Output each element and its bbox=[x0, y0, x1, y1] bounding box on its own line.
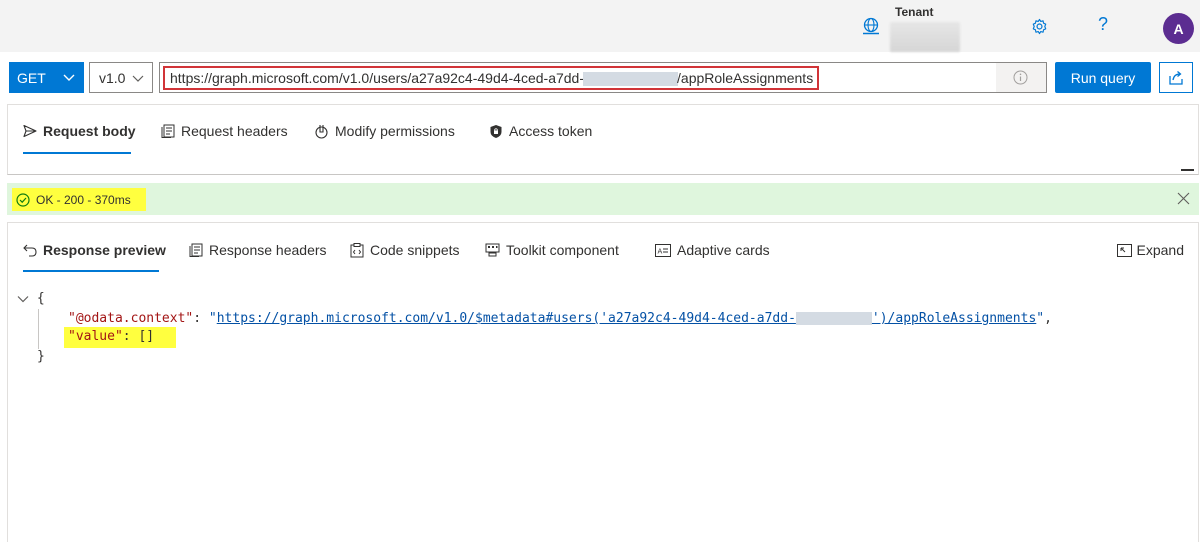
status-bar: OK - 200 - 370ms bbox=[7, 183, 1199, 215]
minimize-icon[interactable] bbox=[1181, 169, 1194, 171]
help-icon[interactable]: ? bbox=[1098, 14, 1108, 35]
tab-toolkit-component[interactable]: Toolkit component bbox=[485, 242, 619, 258]
svg-text:A: A bbox=[658, 247, 663, 255]
snippet-icon bbox=[350, 242, 364, 257]
response-panel: Response preview Response headers Code s… bbox=[7, 222, 1199, 542]
tenant-name-redacted bbox=[890, 22, 960, 52]
back-arrow-icon bbox=[23, 244, 37, 257]
json-context-line: "@odata.context": "https://graph.microso… bbox=[68, 309, 1052, 329]
check-circle-icon bbox=[16, 192, 30, 207]
tab-label: Code snippets bbox=[370, 242, 460, 258]
permissions-icon bbox=[315, 124, 328, 139]
run-query-button[interactable]: Run query bbox=[1055, 62, 1151, 93]
http-method-label: GET bbox=[17, 69, 46, 86]
tab-modify-permissions[interactable]: Modify permissions bbox=[314, 123, 455, 139]
chevron-down-icon bbox=[63, 74, 75, 81]
top-bar: Tenant ? A bbox=[0, 0, 1200, 52]
chevron-down-icon bbox=[132, 75, 144, 82]
json-key: "value" bbox=[68, 329, 123, 344]
context-redacted-segment bbox=[795, 312, 872, 325]
expand-label: Expand bbox=[1136, 242, 1184, 258]
shield-lock-icon bbox=[490, 124, 502, 138]
json-quote: " bbox=[208, 311, 217, 326]
gear-icon[interactable] bbox=[1031, 18, 1048, 35]
expand-button[interactable]: Expand bbox=[1116, 242, 1184, 258]
context-link-prefix: https://graph.microsoft.com/v1.0/$metada… bbox=[216, 311, 796, 326]
tab-label: Request headers bbox=[181, 123, 288, 139]
url-suffix: /appRoleAssignments bbox=[677, 70, 814, 86]
send-icon bbox=[23, 124, 37, 138]
tab-label: Adaptive cards bbox=[677, 242, 770, 258]
tab-request-body[interactable]: Request body bbox=[23, 123, 136, 139]
tab-label: Modify permissions bbox=[335, 123, 455, 139]
json-comma: , bbox=[1044, 311, 1052, 326]
headers-icon bbox=[161, 124, 175, 138]
version-label: v1.0 bbox=[99, 69, 126, 86]
odata-context-link[interactable]: https://graph.microsoft.com/v1.0/$metada… bbox=[217, 311, 1037, 326]
json-close-brace: } bbox=[37, 349, 45, 364]
info-icon bbox=[1013, 70, 1028, 85]
request-panel: Request body Request headers Modify perm… bbox=[7, 104, 1199, 175]
expand-icon bbox=[1116, 243, 1132, 257]
url-input[interactable]: https://graph.microsoft.com/v1.0/users/a… bbox=[159, 62, 1047, 93]
share-button[interactable] bbox=[1159, 62, 1193, 93]
tab-label: Toolkit component bbox=[506, 242, 619, 258]
url-prefix: https://graph.microsoft.com/v1.0/users/a… bbox=[170, 70, 585, 86]
card-icon: A bbox=[655, 243, 671, 257]
active-tab-indicator bbox=[23, 270, 159, 272]
tab-response-preview[interactable]: Response preview bbox=[23, 242, 166, 258]
tab-label: Response preview bbox=[43, 242, 166, 258]
http-method-dropdown[interactable]: GET bbox=[9, 62, 84, 93]
collapse-chevron-icon[interactable] bbox=[17, 294, 29, 304]
share-icon bbox=[1169, 70, 1183, 85]
json-colon: : bbox=[193, 311, 209, 326]
tab-adaptive-cards[interactable]: A Adaptive cards bbox=[655, 242, 770, 258]
json-value: [] bbox=[138, 329, 155, 344]
toolkit-icon bbox=[485, 243, 500, 257]
tenant-globe-icon[interactable] bbox=[862, 17, 880, 35]
json-open-brace: { bbox=[36, 291, 45, 306]
close-icon[interactable] bbox=[1177, 192, 1190, 205]
tab-label: Access token bbox=[509, 123, 593, 139]
json-close-line: } bbox=[37, 347, 45, 367]
tab-label: Request body bbox=[43, 123, 136, 139]
tab-request-headers[interactable]: Request headers bbox=[161, 123, 288, 139]
version-dropdown[interactable]: v1.0 bbox=[89, 62, 153, 93]
info-button[interactable] bbox=[996, 63, 1046, 92]
tab-response-headers[interactable]: Response headers bbox=[189, 242, 327, 258]
tab-label: Response headers bbox=[209, 242, 327, 258]
json-key: "@odata.context" bbox=[68, 311, 194, 326]
tab-code-snippets[interactable]: Code snippets bbox=[350, 242, 460, 258]
context-link-suffix: ')/appRoleAssignments bbox=[871, 311, 1037, 326]
headers-icon bbox=[189, 243, 203, 257]
json-root-line: { bbox=[17, 289, 45, 309]
status-text: OK - 200 - 370ms bbox=[36, 192, 131, 207]
json-colon: : bbox=[122, 329, 139, 344]
json-quote: " bbox=[1036, 311, 1045, 326]
avatar[interactable]: A bbox=[1163, 13, 1194, 44]
tenant-label: Tenant bbox=[895, 5, 934, 19]
tab-access-token[interactable]: Access token bbox=[489, 123, 592, 139]
url-redacted-segment bbox=[583, 72, 679, 87]
json-value-line: "value": [] bbox=[64, 327, 177, 348]
url-highlight-box: https://graph.microsoft.com/v1.0/users/a… bbox=[163, 66, 819, 90]
status-message: OK - 200 - 370ms bbox=[12, 188, 146, 211]
value-highlight: "value": [] bbox=[64, 327, 177, 348]
indent-guide bbox=[38, 309, 39, 349]
active-tab-indicator bbox=[23, 152, 131, 154]
